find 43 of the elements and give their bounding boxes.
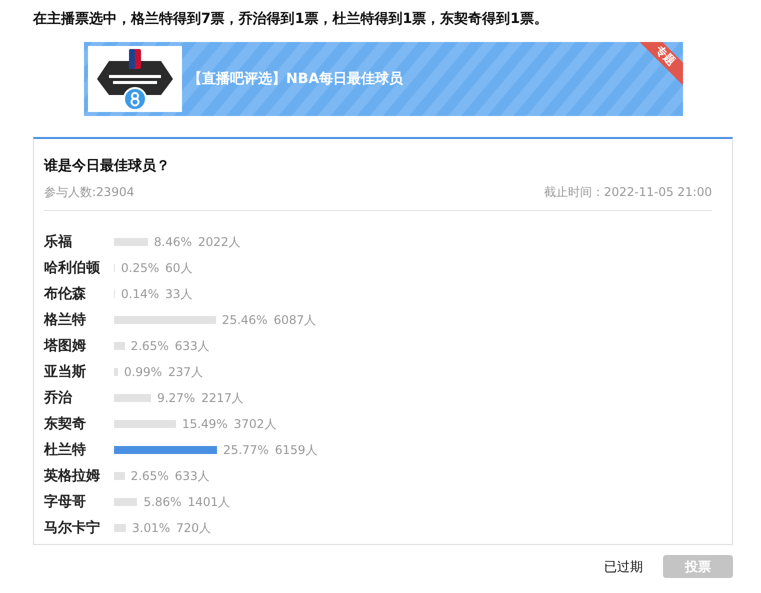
option-name: 乐福 (44, 233, 73, 251)
option-name: 亚当斯 (44, 363, 87, 381)
vote-percent: 2.65% (130, 469, 169, 483)
vote-percent: 9.27% (157, 391, 196, 405)
vote-percent: 25.77% (223, 443, 269, 457)
option-name: 杜兰特 (44, 441, 87, 459)
vote-count: 2022人 (198, 234, 240, 250)
option-name: 字母哥 (44, 493, 87, 511)
deadline: 截止时间：2022-11-05 21:00 (544, 184, 712, 201)
vote-percent: 25.46% (222, 313, 268, 327)
topic-banner[interactable]: 【直播吧评选】NBA每日最佳球员 专题 (84, 42, 683, 116)
expired-label: 已过期 (604, 558, 643, 576)
vote-percent: 2.65% (130, 339, 169, 353)
vote-percent: 0.25% (121, 261, 160, 275)
vote-percent: 0.14% (121, 287, 160, 301)
vote-count: 3702人 (234, 416, 276, 432)
banner-title: 【直播吧评选】NBA每日最佳球员 (188, 70, 404, 88)
vote-count: 6087人 (274, 312, 316, 328)
vote-count: 2217人 (201, 390, 244, 406)
option-name: 东契奇 (44, 415, 87, 433)
option-name: 哈利伯顿 (44, 259, 101, 277)
option-name: 格兰特 (44, 311, 87, 329)
vote-count: 720人 (176, 520, 212, 536)
poll-question: 谁是今日最佳球员？ (44, 157, 171, 175)
vote-count: 6159人 (274, 442, 318, 458)
vote-percent: 15.49% (182, 417, 228, 431)
option-name: 塔图姆 (44, 337, 87, 355)
option-name: 布伦森 (44, 285, 87, 303)
option-name: 马尔卡宁 (44, 519, 101, 537)
vote-count: 1401人 (188, 494, 230, 510)
option-name: 乔治 (44, 389, 74, 407)
vote-count: 237人 (168, 364, 203, 380)
vote-count: 33人 (165, 286, 192, 302)
headline: 在主播票选中，格兰特得到7票，乔治得到1票，杜兰特得到1票，东契奇得到1票。 (33, 10, 549, 29)
vote-percent: 5.86% (143, 495, 182, 509)
vote-percent: 0.99% (124, 365, 162, 379)
vote-count: 60人 (165, 260, 192, 276)
vote-percent: 3.01% (132, 521, 170, 535)
vote-percent: 8.46% (154, 235, 192, 249)
vote-count: 633人 (174, 468, 210, 484)
vote-count: 633人 (174, 338, 210, 354)
option-name: 英格拉姆 (44, 467, 101, 485)
participant-count: 参与人数:23904 (44, 184, 134, 201)
